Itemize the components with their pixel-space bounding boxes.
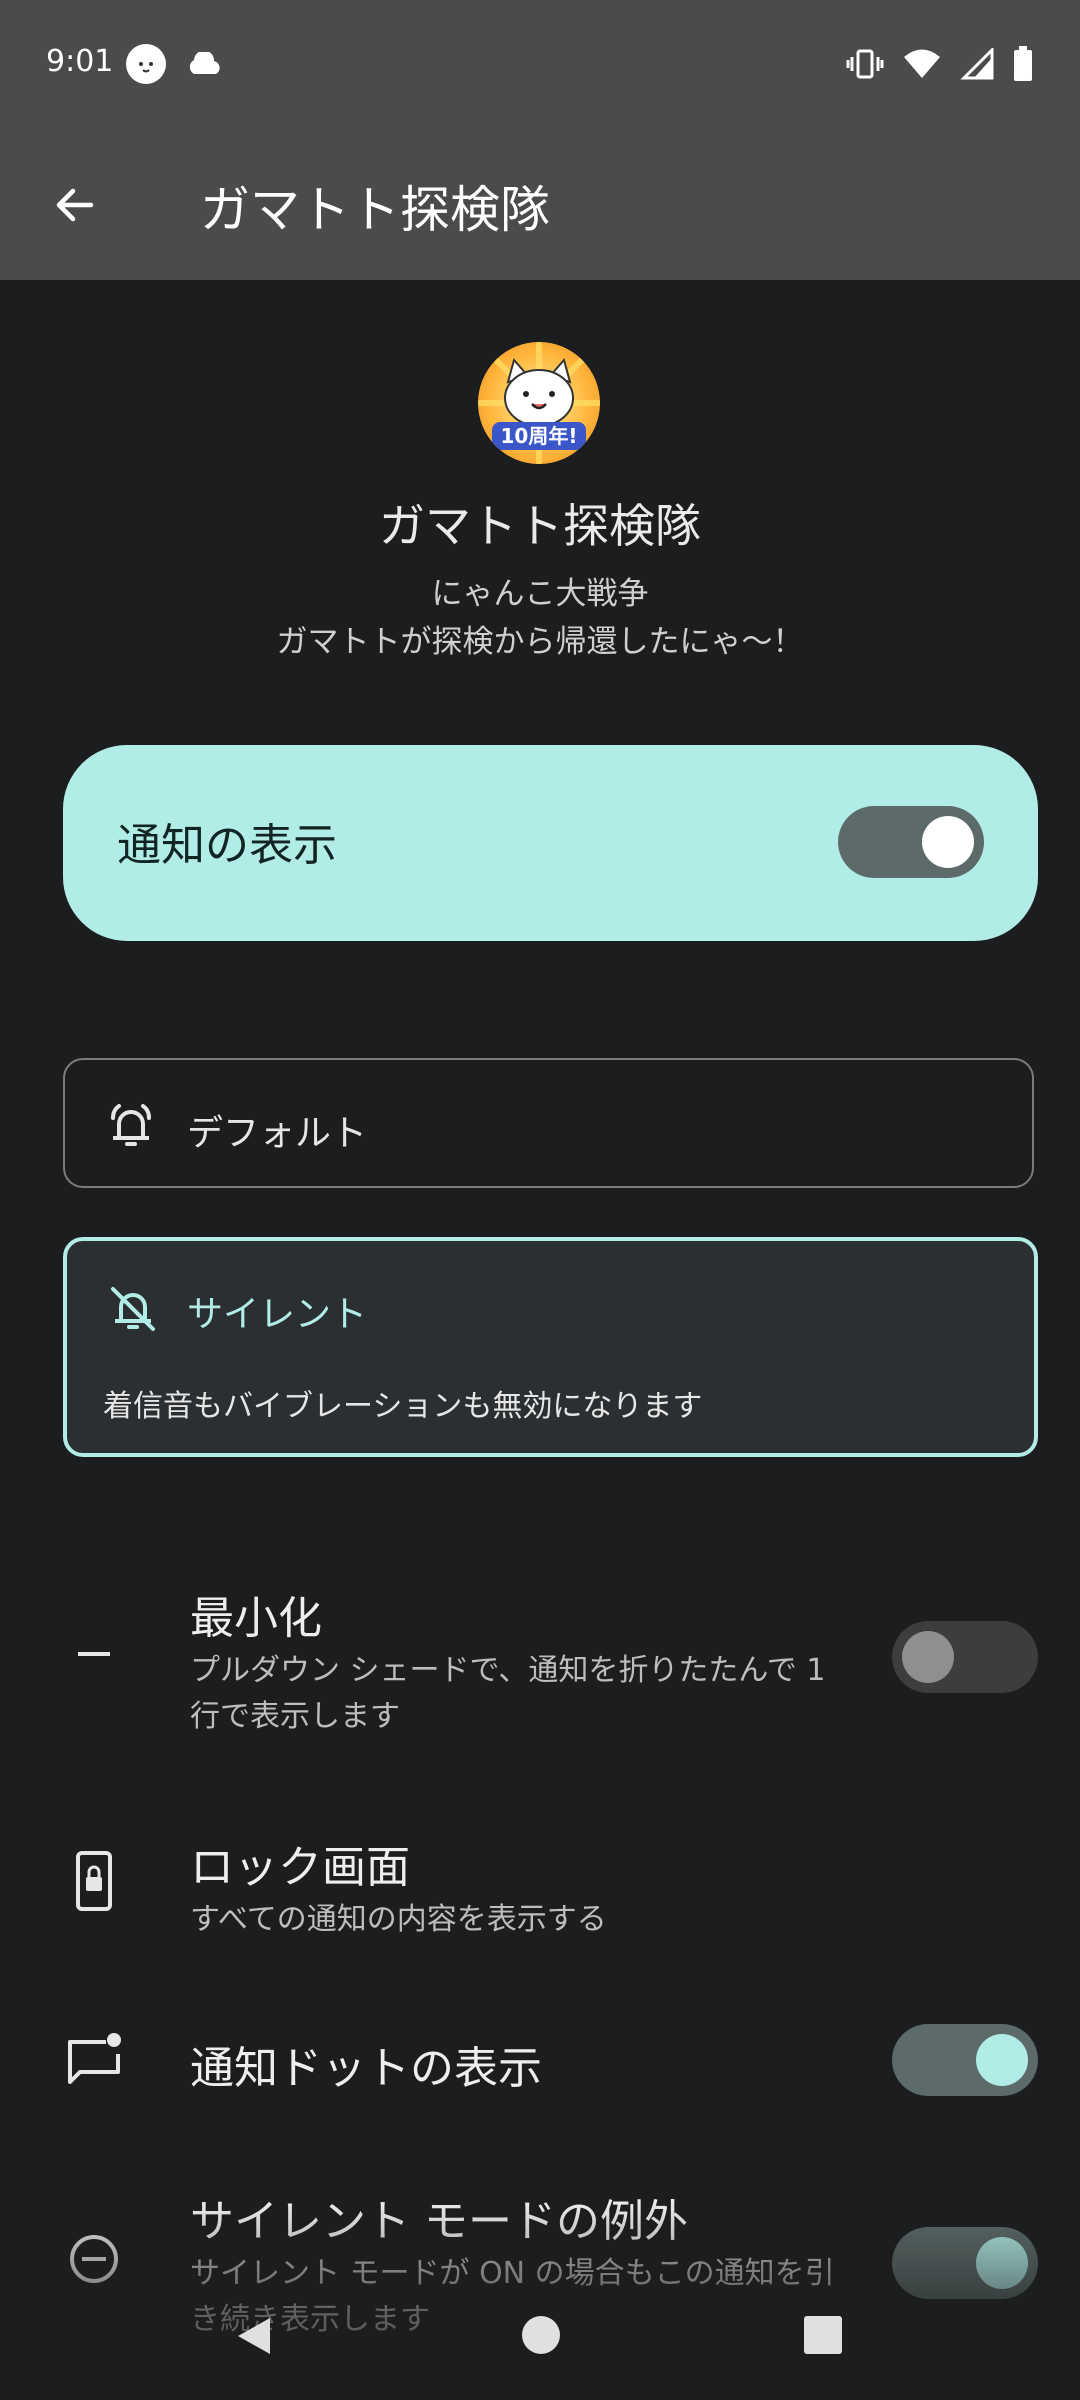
lock-screen-description: すべての通知の内容を表示する [190,1902,607,1937]
cloud-icon [189,52,220,74]
notification-dot-switch[interactable] [892,2024,1038,2096]
nav-back-icon[interactable] [234,2316,274,2356]
app-name: にゃんこ大戦争 [431,576,649,612]
lock-screen-title: ロック画面 [190,1842,410,1893]
switch-thumb [902,1631,954,1683]
back-button[interactable] [40,170,110,240]
channel-title: ガマトト探検隊 [379,499,701,553]
cat-app-notification-icon [126,44,166,84]
battery-icon [1014,46,1032,81]
switch-thumb [976,2034,1028,2086]
minimize-switch[interactable] [892,1621,1038,1693]
wifi-icon [904,49,940,78]
option-silent[interactable]: サイレント 着信音もバイブレーションも無効になります [63,1237,1038,1457]
option-default[interactable]: デフォルト [63,1058,1034,1188]
setting-lock-screen[interactable]: ロック画面 すべての通知の内容を表示する [0,1825,1080,1955]
bell-off-icon [111,1287,155,1331]
switch-thumb [922,816,974,868]
option-silent-label: サイレント [187,1294,368,1335]
nav-recents-icon[interactable] [804,2316,842,2354]
minimize-icon [78,1652,110,1656]
minimize-description: プルダウン シェードで、通知を折りたたんで 1 行で表示します [190,1653,826,1734]
svg-text:10周年!: 10周年! [501,424,578,448]
app-icon: 10周年! [478,342,600,464]
notification-dot-icon [68,2033,121,2084]
lock-screen-icon [76,1851,112,1911]
page-title: ガマトト探検隊 [200,181,550,239]
dnd-exception-title: サイレント モードの例外 [190,2196,688,2247]
arrow-back-icon [56,188,94,222]
show-notifications-label: 通知の表示 [117,820,337,871]
notification-message: ガマトトが探検から帰還したにゃ〜！ [276,624,804,660]
app-bar: ガマトト探検隊 [0,130,1080,280]
signal-icon [960,48,994,80]
setting-minimize[interactable]: 最小化 プルダウン シェードで、通知を折りたたんで 1 行で表示します [0,1580,1080,1750]
bell-ringing-icon [111,1104,151,1146]
notification-dot-title: 通知ドットの表示 [190,2043,542,2094]
minimize-title: 最小化 [190,1593,322,1644]
nav-home-icon[interactable] [522,2316,560,2354]
show-notifications-card[interactable]: 通知の表示 [63,745,1038,941]
option-silent-description: 着信音もバイブレーションも無効になります [103,1389,703,1424]
show-notifications-switch[interactable] [838,806,984,878]
setting-notification-dot[interactable]: 通知ドットの表示 [0,2020,1080,2100]
status-time: 9:01 [46,44,114,79]
option-default-label: デフォルト [187,1113,368,1154]
status-bar: 9:01 [0,0,1080,130]
vibrate-icon [846,49,884,79]
